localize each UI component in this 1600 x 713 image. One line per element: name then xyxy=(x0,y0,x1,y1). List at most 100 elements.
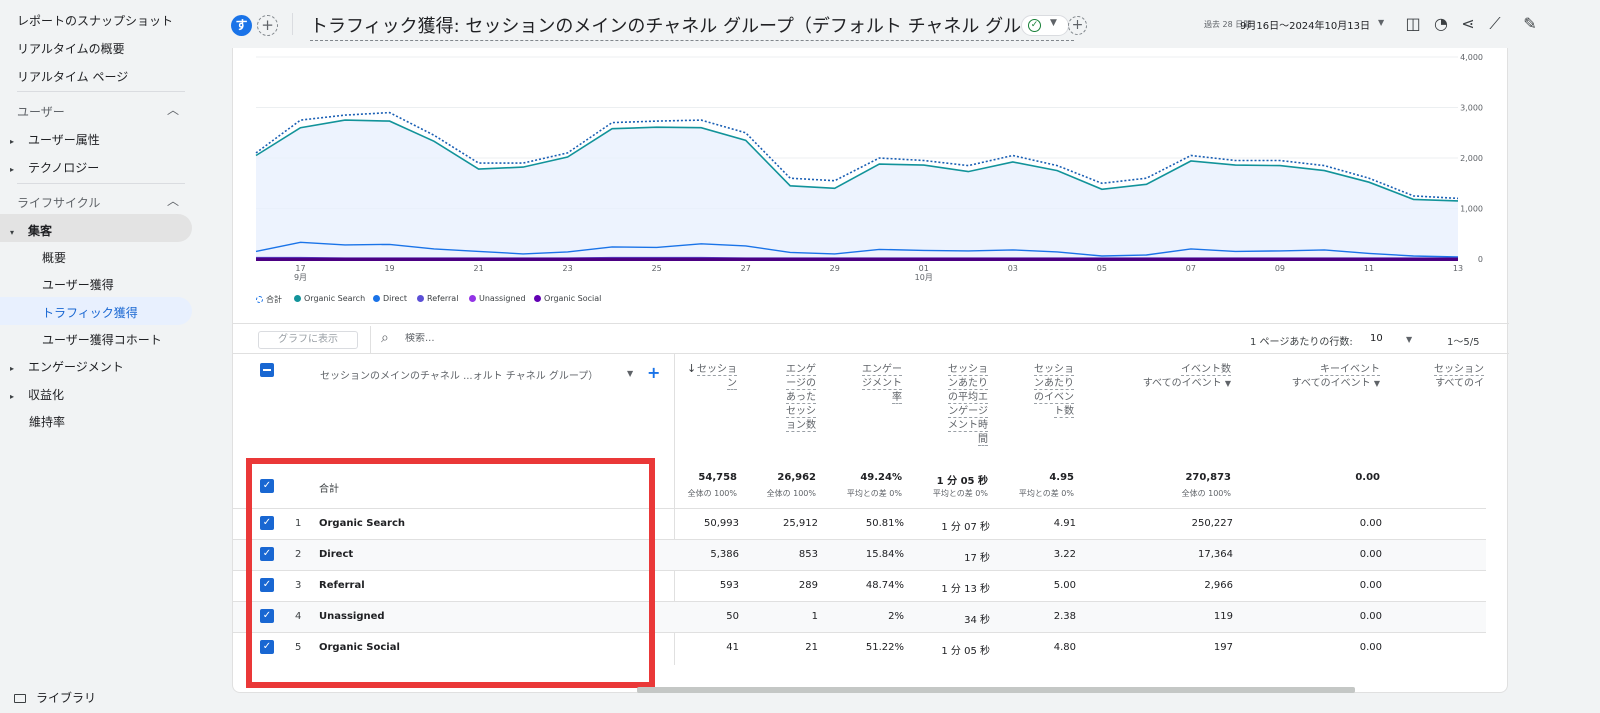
metric-cell: 2.38 xyxy=(1053,611,1076,622)
dimension-caret-icon[interactable]: ▼ xyxy=(627,369,633,378)
metric-header[interactable]: セッションすべてのイ xyxy=(1434,363,1484,391)
report-status-dropdown[interactable]: ✓ ▼ xyxy=(1021,15,1069,36)
metric-cell: 1 分 13 秒 xyxy=(941,584,990,595)
rows-per-page-label: 1 ページあたりの行数: xyxy=(1250,337,1353,348)
legend-swatch xyxy=(256,296,263,303)
chevron-up-icon: ︿ xyxy=(166,194,179,208)
page-title[interactable]: トラフィック獲得: セッションのメインのチャネル グループ（デフォルト チャネル… xyxy=(310,12,1075,41)
metric-header-line: セッション xyxy=(1434,364,1484,376)
legend-label: Unassigned xyxy=(479,294,526,303)
trend-sparkle-icon[interactable]: ⟋ xyxy=(1485,14,1505,34)
share-icon[interactable]: ⋖ xyxy=(1458,14,1478,34)
metric-cell: 197 xyxy=(1213,642,1233,653)
metric-header-line: ンあたり xyxy=(948,378,988,390)
insights-icon[interactable]: ◔ xyxy=(1431,14,1451,34)
metric-header[interactable]: エンゲー ジメント率 xyxy=(862,363,902,405)
add-dimension-button[interactable]: + xyxy=(647,363,660,382)
metric-header-line: ンゲージ xyxy=(948,406,988,418)
total-cell-sub: 平均との差 0% xyxy=(932,489,988,498)
sidebar-item-user-acq-cohort[interactable]: ユーザー獲得コホート xyxy=(42,331,162,348)
x-tick-label: 23 xyxy=(563,264,573,273)
sidebar-item-retention[interactable]: 維持率 xyxy=(29,413,65,430)
select-all-checkbox[interactable] xyxy=(260,363,274,377)
metric-cell: 0.00 xyxy=(1359,580,1382,591)
metric-cell: 289 xyxy=(798,580,818,591)
metric-header[interactable]: エンゲ ージの あった セッシ ョン数 xyxy=(786,363,816,433)
metric-cell: 50 xyxy=(726,611,739,622)
metric-header-line: イベント数 xyxy=(1181,364,1231,376)
legend-item-organic-social[interactable]: Organic Social xyxy=(534,294,601,303)
sidebar-divider xyxy=(17,91,185,92)
metric-header[interactable]: セッション xyxy=(697,363,737,391)
toolbar-divider xyxy=(370,326,371,354)
sidebar-item-snapshot[interactable]: レポートのスナップショット xyxy=(17,12,173,29)
metric-cell: 4.91 xyxy=(1053,518,1076,529)
sidebar-item-realtime-pages[interactable]: リアルタイム ページ xyxy=(17,68,128,85)
metric-header-line: ジメント xyxy=(862,378,902,390)
metric-header[interactable]: セッショ ンあたり のイベン ト数 xyxy=(1034,363,1074,419)
sidebar-item-traffic-acquisition[interactable]: トラフィック獲得 xyxy=(42,304,138,321)
legend-label: Direct xyxy=(383,294,407,303)
sidebar-item-technology[interactable]: ▸ テクノロジー xyxy=(10,159,99,176)
sidebar-item-monetization[interactable]: ▸ 収益化 xyxy=(10,386,64,403)
add-comparison-button[interactable]: + xyxy=(257,15,278,36)
horizontal-scrollbar[interactable] xyxy=(637,687,1355,693)
metric-header[interactable]: セッショ ンあたり の平均エ ンゲージ メント時間 xyxy=(948,363,988,447)
sidebar-section-lifecycle[interactable]: ライフサイクル ︿ xyxy=(17,194,187,211)
date-range-caret-icon[interactable]: ▼ xyxy=(1378,18,1384,27)
x-tick-label: 11 xyxy=(1364,264,1374,273)
legend-label: Organic Social xyxy=(544,294,602,303)
x-tick-label: 09 xyxy=(1275,264,1285,273)
add-filter-button[interactable]: + xyxy=(1068,16,1087,35)
metric-header[interactable]: イベント数 すべてのイベント ▼ xyxy=(1143,363,1231,391)
sidebar-section-user[interactable]: ユーザー ︿ xyxy=(17,103,187,120)
legend-item-organic-search[interactable]: Organic Search xyxy=(294,294,365,303)
sidebar-item-demographics[interactable]: ▸ ユーザー属性 xyxy=(10,131,100,148)
legend-item-direct[interactable]: Direct xyxy=(373,294,407,303)
plot-rows-button[interactable]: グラフに表示 xyxy=(258,331,358,349)
metric-cell: 41 xyxy=(726,642,739,653)
library-label: ライブラリ xyxy=(36,691,97,705)
folder-icon xyxy=(14,694,26,703)
metric-header-line: エンゲ xyxy=(786,364,816,376)
metric-cell: 0.00 xyxy=(1359,611,1382,622)
metric-header-line: ト数 xyxy=(1054,406,1074,418)
sidebar-item-realtime-overview[interactable]: リアルタイムの概要 xyxy=(17,40,125,57)
sidebar-item-engagement[interactable]: ▸ エンゲージメント xyxy=(10,358,124,375)
total-cell: 4.95 xyxy=(1049,472,1074,483)
legend-item-unassigned[interactable]: Unassigned xyxy=(469,294,526,303)
caret-down-icon[interactable]: ▼ xyxy=(1374,379,1380,388)
x-tick-label: 13 xyxy=(1453,264,1463,273)
compare-columns-icon[interactable]: ◫ xyxy=(1403,14,1423,34)
sidebar-item-library[interactable]: ライブラリ xyxy=(14,689,96,706)
x-month-label: 9月 xyxy=(294,273,307,282)
date-range[interactable]: 9月16日～2024年10月13日 xyxy=(1240,17,1370,32)
x-tick-label: 05 xyxy=(1097,264,1107,273)
metric-cell: 4.80 xyxy=(1053,642,1076,653)
report-header: す + トラフィック獲得: セッションのメインのチャネル グループ（デフォルト … xyxy=(192,0,1600,48)
legend-swatch xyxy=(417,295,424,302)
y-tick-label: 0 xyxy=(1478,255,1483,264)
legend-item-total[interactable]: 合計 xyxy=(256,294,282,305)
rows-per-page-select[interactable]: 10 xyxy=(1370,333,1383,344)
sidebar-item-acquisition[interactable]: ▾ 集客 xyxy=(10,222,52,239)
rows-per-page-caret-icon[interactable]: ▼ xyxy=(1406,335,1412,344)
metric-header-line: セッショ xyxy=(1034,364,1074,376)
search-input[interactable] xyxy=(405,333,555,344)
caret-down-icon[interactable]: ▼ xyxy=(1225,379,1231,388)
sidebar-item-acq-overview[interactable]: 概要 xyxy=(42,249,66,266)
metric-header[interactable]: キーイベント すべてのイベント ▼ xyxy=(1292,363,1380,391)
avatar[interactable]: す xyxy=(231,15,252,36)
metric-cell: 51.22% xyxy=(865,642,904,653)
legend-item-referral[interactable]: Referral xyxy=(417,294,458,303)
y-tick-label: 2,000 xyxy=(1460,154,1483,163)
pencil-edit-icon[interactable]: ✎ xyxy=(1520,14,1540,34)
expand-triangle-icon: ▸ xyxy=(10,165,15,174)
total-cell: 0.00 xyxy=(1355,472,1380,483)
x-tick-label: 21 xyxy=(473,264,483,273)
metric-header-sub: すべてのイ xyxy=(1435,378,1484,389)
metric-header-line: ンあたり xyxy=(1034,378,1074,390)
sort-desc-arrow-icon[interactable]: ↓ xyxy=(687,362,696,375)
sidebar-item-user-acquisition[interactable]: ユーザー獲得 xyxy=(42,276,114,293)
dimension-header[interactable]: セッションのメインのチャネル ...ォルト チャネル グループ） xyxy=(320,367,598,382)
